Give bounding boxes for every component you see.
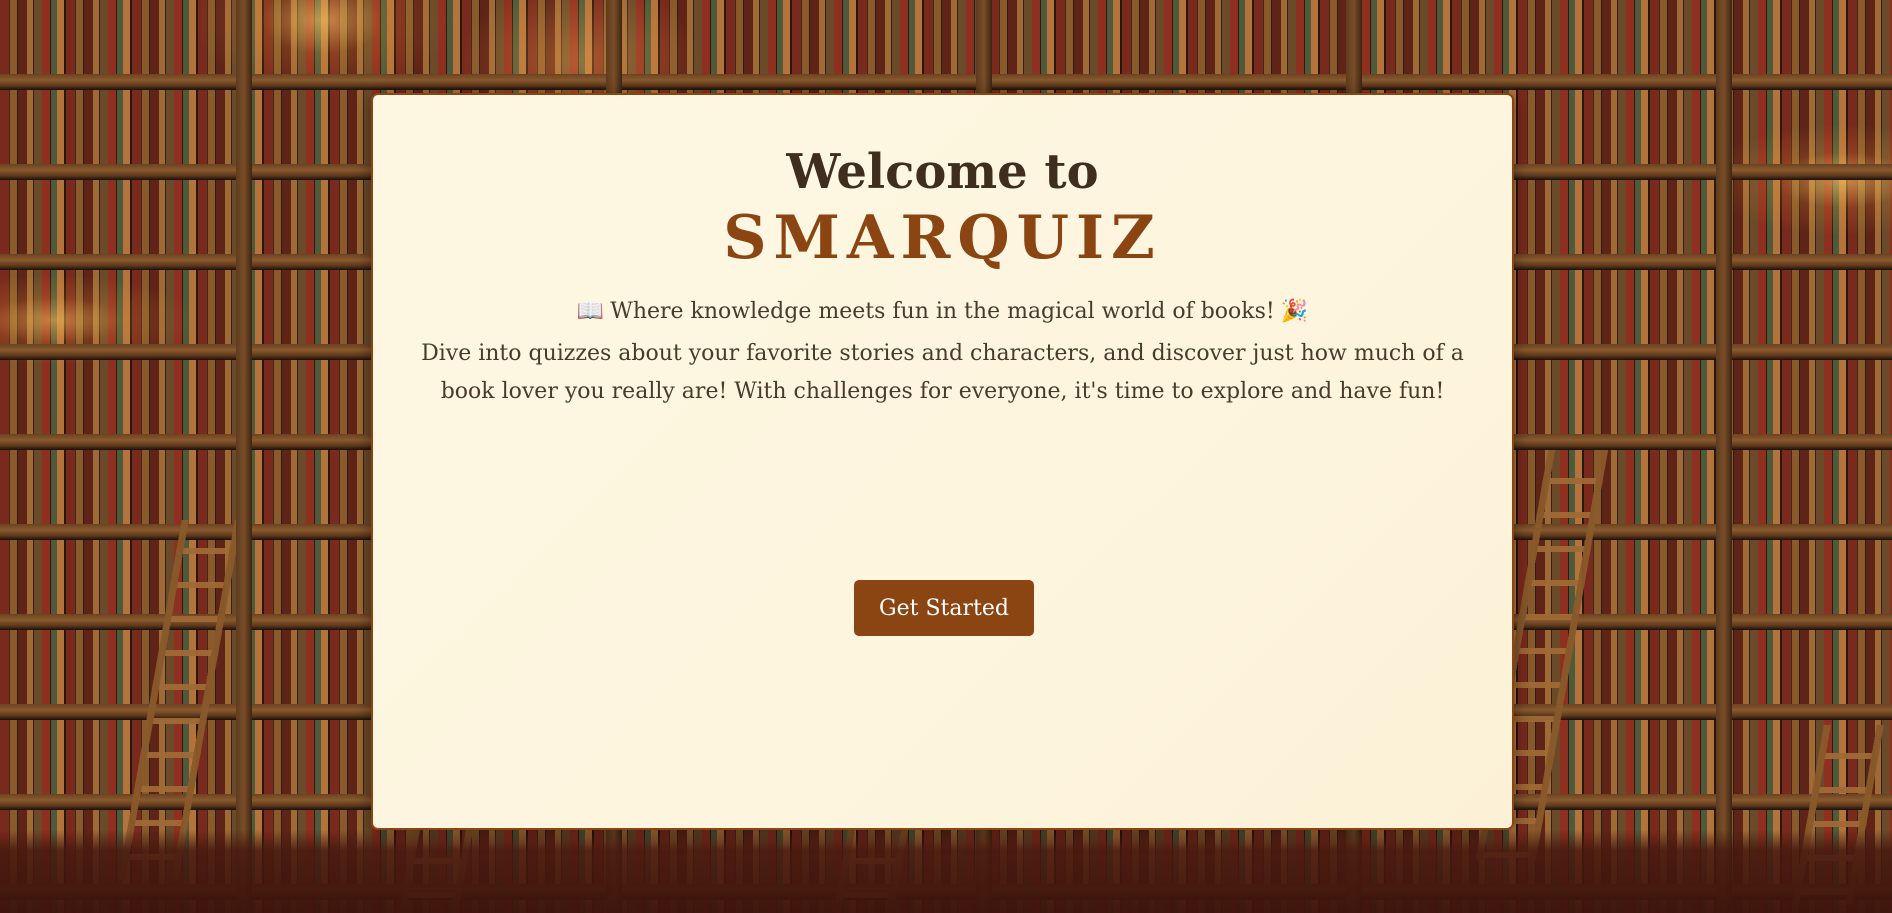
ladder-right	[1792, 725, 1884, 905]
ladder-left	[118, 520, 242, 880]
ladder-mid	[832, 830, 908, 913]
welcome-card: Welcome to SMARQUIZ 📖 Where knowledge mee…	[371, 93, 1514, 830]
party-popper-icon: 🎉	[1280, 299, 1309, 324]
welcome-heading: Welcome to	[786, 144, 1099, 200]
tagline: 📖 Where knowledge meets fun in the magica…	[373, 297, 1512, 327]
get-started-button[interactable]: Get Started	[854, 580, 1034, 636]
description: Dive into quizzes about your favorite st…	[421, 341, 1464, 404]
tagline-text: Where knowledge meets fun in the magical…	[610, 299, 1275, 324]
brand-title: SMARQUIZ	[723, 203, 1162, 273]
open-book-icon: 📖	[576, 299, 605, 324]
ladder-mid-left	[397, 830, 473, 913]
